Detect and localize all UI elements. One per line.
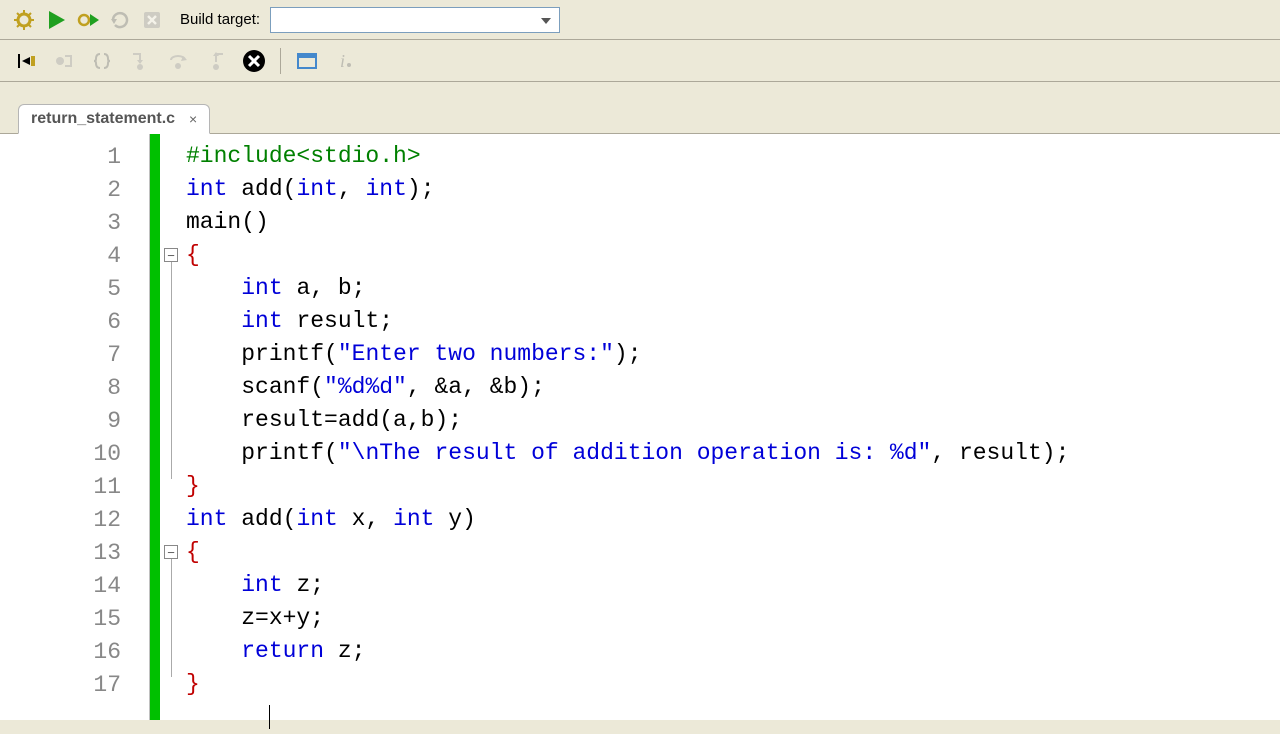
build-target-label: Build target: bbox=[180, 11, 260, 28]
stop-debug-icon[interactable] bbox=[238, 45, 270, 77]
braces-icon bbox=[86, 45, 118, 77]
code-line[interactable]: int result; bbox=[186, 305, 1280, 338]
debug-toolbar: i bbox=[0, 40, 1280, 82]
line-number: 17 bbox=[0, 668, 149, 701]
tab-bar: return_statement.c × bbox=[0, 100, 1280, 134]
file-tab[interactable]: return_statement.c × bbox=[18, 104, 210, 134]
fold-toggle[interactable]: − bbox=[164, 545, 178, 559]
toolbar-separator bbox=[280, 48, 281, 74]
code-area[interactable]: #include<stdio.h>int add(int, int);main(… bbox=[186, 134, 1280, 720]
code-editor[interactable]: 1234567891011121314151617 −− #include<st… bbox=[0, 134, 1280, 720]
line-number: 8 bbox=[0, 371, 149, 404]
info-icon: i bbox=[329, 45, 361, 77]
line-number: 10 bbox=[0, 437, 149, 470]
line-number: 1 bbox=[0, 140, 149, 173]
code-line[interactable]: { bbox=[186, 536, 1280, 569]
code-line[interactable]: scanf("%d%d", &a, &b); bbox=[186, 371, 1280, 404]
code-line[interactable]: #include<stdio.h> bbox=[186, 140, 1280, 173]
code-line[interactable]: { bbox=[186, 239, 1280, 272]
step-out-icon bbox=[200, 45, 232, 77]
svg-text:i: i bbox=[340, 51, 345, 71]
window-icon[interactable] bbox=[291, 45, 323, 77]
code-line[interactable]: result=add(a,b); bbox=[186, 404, 1280, 437]
line-number: 13 bbox=[0, 536, 149, 569]
line-number: 2 bbox=[0, 173, 149, 206]
code-line[interactable]: main() bbox=[186, 206, 1280, 239]
line-number-gutter: 1234567891011121314151617 bbox=[0, 134, 150, 720]
breakpoint-icon bbox=[48, 45, 80, 77]
line-number: 6 bbox=[0, 305, 149, 338]
stop-icon bbox=[138, 6, 166, 34]
gear-play-icon[interactable] bbox=[74, 6, 102, 34]
line-number: 12 bbox=[0, 503, 149, 536]
line-number: 4 bbox=[0, 239, 149, 272]
tab-filename: return_statement.c bbox=[31, 110, 175, 128]
line-number: 5 bbox=[0, 272, 149, 305]
line-number: 9 bbox=[0, 404, 149, 437]
build-target-select[interactable] bbox=[270, 7, 560, 33]
change-margin bbox=[150, 134, 160, 720]
code-line[interactable]: return z; bbox=[186, 635, 1280, 668]
code-line[interactable]: int add(int x, int y) bbox=[186, 503, 1280, 536]
line-number: 14 bbox=[0, 569, 149, 602]
step-into-icon bbox=[124, 45, 156, 77]
code-line[interactable]: z=x+y; bbox=[186, 602, 1280, 635]
code-line[interactable]: printf("\nThe result of addition operati… bbox=[186, 437, 1280, 470]
line-number: 16 bbox=[0, 635, 149, 668]
tab-close-button[interactable]: × bbox=[189, 111, 197, 127]
debug-step-icon[interactable] bbox=[10, 45, 42, 77]
fold-column[interactable]: −− bbox=[160, 134, 186, 720]
code-line[interactable]: } bbox=[186, 470, 1280, 503]
line-number: 15 bbox=[0, 602, 149, 635]
code-line[interactable] bbox=[186, 701, 1280, 734]
main-toolbar: Build target: bbox=[0, 0, 1280, 40]
line-number: 7 bbox=[0, 338, 149, 371]
spacer bbox=[0, 82, 1280, 100]
code-line[interactable]: } bbox=[186, 668, 1280, 701]
code-line[interactable]: int z; bbox=[186, 569, 1280, 602]
play-icon[interactable] bbox=[42, 6, 70, 34]
line-number: 11 bbox=[0, 470, 149, 503]
fold-toggle[interactable]: − bbox=[164, 248, 178, 262]
code-line[interactable]: printf("Enter two numbers:"); bbox=[186, 338, 1280, 371]
cycle-icon bbox=[106, 6, 134, 34]
step-over-icon bbox=[162, 45, 194, 77]
code-line[interactable]: int add(int, int); bbox=[186, 173, 1280, 206]
gear-icon[interactable] bbox=[10, 6, 38, 34]
line-number: 3 bbox=[0, 206, 149, 239]
code-line[interactable]: int a, b; bbox=[186, 272, 1280, 305]
